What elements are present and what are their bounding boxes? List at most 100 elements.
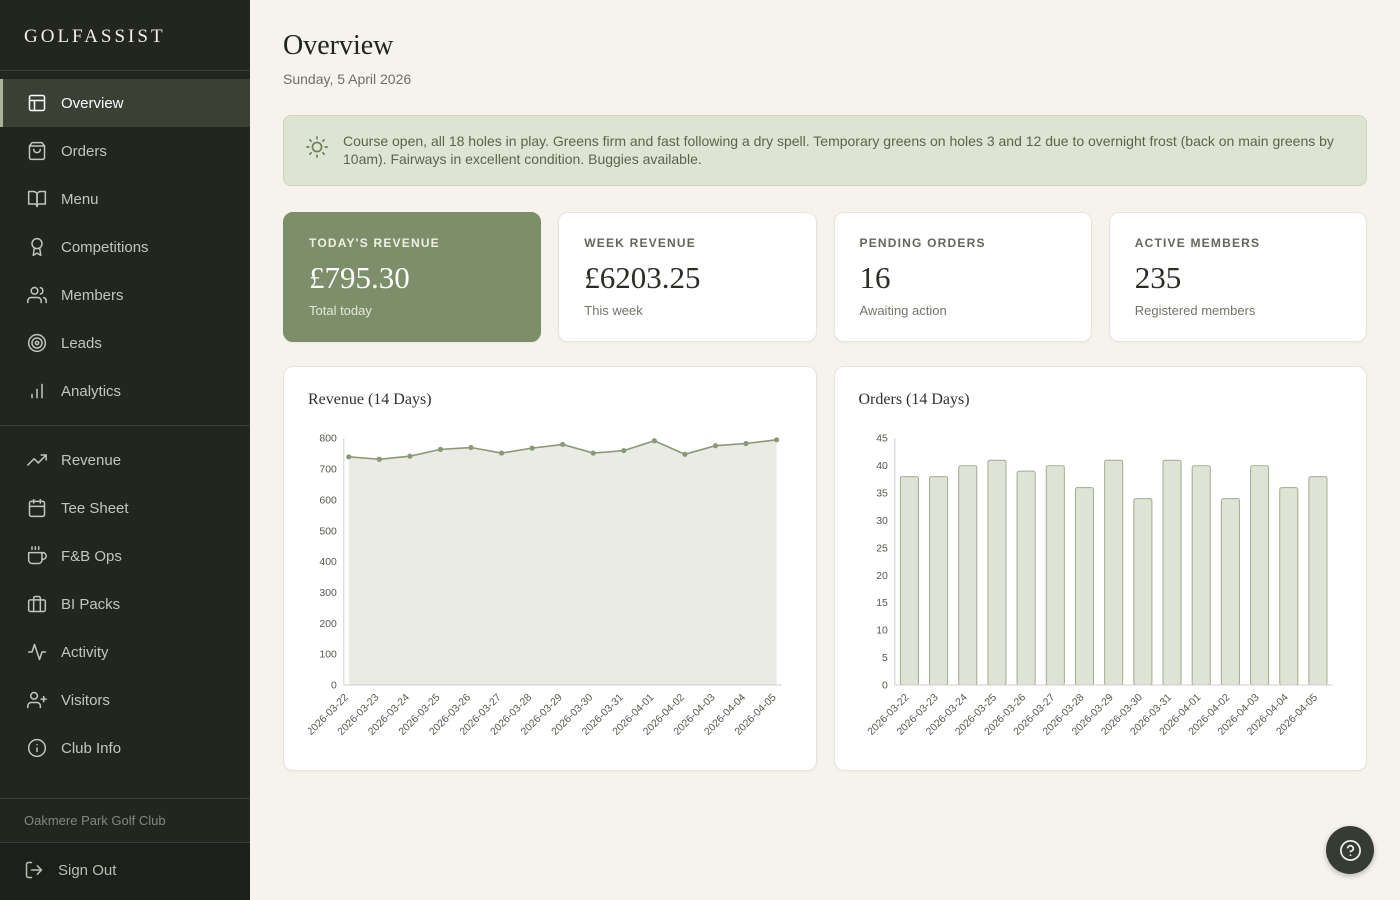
course-status-banner: Course open, all 18 holes in play. Green… xyxy=(283,115,1367,186)
sidebar-item-activity[interactable]: Activity xyxy=(0,628,250,676)
sidebar-nav: Overview Orders Menu Competitions Member… xyxy=(0,71,250,772)
sidebar-item-competitions[interactable]: Competitions xyxy=(0,223,250,271)
orders-chart-title: Orders (14 Days) xyxy=(858,391,970,408)
orders-chart: 0510152025303540452026-03-222026-03-2320… xyxy=(865,434,1333,738)
help-button[interactable] xyxy=(1326,826,1374,874)
sidebar-item-club-info[interactable]: Club Info xyxy=(0,724,250,772)
stat-subtext: Registered members xyxy=(1134,303,1256,318)
svg-text:35: 35 xyxy=(876,489,888,500)
stat-label: PENDING ORDERS xyxy=(859,236,986,250)
svg-text:100: 100 xyxy=(319,650,337,661)
club-name: Oakmere Park Golf Club xyxy=(0,798,250,842)
stat-label: WEEK REVENUE xyxy=(584,236,696,250)
sun-icon xyxy=(306,136,328,158)
sidebar-item-tee-sheet[interactable]: Tee Sheet xyxy=(0,484,250,532)
sidebar-footer: Oakmere Park Golf Club Sign Out xyxy=(0,798,250,900)
stat-subtext: Awaiting action xyxy=(859,303,947,318)
svg-text:600: 600 xyxy=(319,495,337,506)
log-out-icon xyxy=(25,861,43,879)
stat-value: £795.30 xyxy=(309,260,410,295)
sidebar-item-label: BI Packs xyxy=(61,595,121,613)
book-open-icon xyxy=(27,190,47,208)
svg-text:5: 5 xyxy=(882,653,888,664)
sidebar-item-label: Revenue xyxy=(61,451,122,469)
sidebar-item-label: Visitors xyxy=(61,691,110,709)
sidebar-item-label: F&B Ops xyxy=(61,547,122,565)
sidebar-item-overview[interactable]: Overview xyxy=(0,79,250,127)
page-title: Overview xyxy=(283,30,394,61)
users-icon xyxy=(27,286,47,304)
svg-text:200: 200 xyxy=(319,619,337,630)
sidebar-item-bi-packs[interactable]: BI Packs xyxy=(0,580,250,628)
revenue-chart: 01002003004005006007008002026-03-222026-… xyxy=(305,434,782,738)
sign-out-button[interactable]: Sign Out xyxy=(0,842,250,900)
trending-up-icon xyxy=(27,454,47,466)
stat-subtext: This week xyxy=(584,303,643,318)
target-icon xyxy=(27,333,47,353)
sidebar-item-revenue[interactable]: Revenue xyxy=(0,436,250,484)
sign-out-label: Sign Out xyxy=(58,861,117,879)
award-icon xyxy=(31,237,43,257)
user-plus-icon xyxy=(27,691,47,709)
help-circle-icon xyxy=(1339,839,1361,861)
sidebar-item-label: Tee Sheet xyxy=(61,499,129,517)
stat-label: ACTIVE MEMBERS xyxy=(1134,236,1261,250)
charts-row: Revenue (14 Days) 0 100 200 300 400 500 600 700… xyxy=(283,366,1367,771)
sidebar-item-label: Activity xyxy=(61,643,109,661)
main-content: Overview Sunday, 5 April 2026 Course ope… xyxy=(250,0,1400,900)
sidebar-item-visitors[interactable]: Visitors xyxy=(0,676,250,724)
svg-text:400: 400 xyxy=(319,557,337,568)
sidebar-item-label: Club Info xyxy=(61,739,122,757)
svg-text:300: 300 xyxy=(319,588,337,599)
stat-card-todays-revenue: TODAY'S REVENUE £795.30 Total today xyxy=(283,212,542,342)
briefcase-icon xyxy=(27,595,47,613)
sidebar-item-orders[interactable]: Orders xyxy=(0,127,250,175)
stat-value: £6203.25 xyxy=(584,260,701,295)
sidebar-item-analytics[interactable]: Analytics xyxy=(0,367,250,415)
shopping-bag-icon xyxy=(28,141,46,161)
svg-text:500: 500 xyxy=(319,526,337,537)
sidebar-item-menu[interactable]: Menu xyxy=(0,175,250,223)
info-icon xyxy=(27,738,47,758)
sidebar-item-label: Menu xyxy=(61,190,99,208)
sidebar-item-label: Overview xyxy=(61,94,124,112)
bar-chart-icon xyxy=(31,383,43,399)
svg-text:30: 30 xyxy=(876,516,888,527)
sidebar-item-leads[interactable]: Leads xyxy=(0,319,250,367)
sidebar: GOLFASSIST Overview Orders Menu Competit… xyxy=(0,0,250,900)
app-logo: GOLFASSIST xyxy=(0,0,250,71)
svg-text:20: 20 xyxy=(876,571,888,582)
sidebar-item-label: Orders xyxy=(61,142,107,160)
sidebar-item-fb-ops[interactable]: F&B Ops xyxy=(0,532,250,580)
sidebar-item-members[interactable]: Members xyxy=(0,271,250,319)
svg-text:0: 0 xyxy=(882,680,888,691)
course-status-text: Course open, all 18 holes in play. Green… xyxy=(343,133,1334,167)
sidebar-item-label: Members xyxy=(61,286,124,304)
stat-card-week-revenue: WEEK REVENUE £6203.25 This week xyxy=(558,212,817,342)
sidebar-item-label: Competitions xyxy=(61,238,149,256)
app-logo-text: GOLFASSIST xyxy=(24,26,166,47)
stat-value: 16 xyxy=(859,260,891,295)
coffee-icon xyxy=(27,546,47,565)
orders-chart-card: Orders (14 Days) 0 5 10 15 20 25 30 35 40 45 2026-… xyxy=(833,366,1367,771)
activity-icon xyxy=(27,643,47,661)
svg-text:40: 40 xyxy=(876,461,888,472)
sidebar-divider xyxy=(0,425,250,426)
sidebar-item-label: Leads xyxy=(61,334,102,352)
stat-value: 235 xyxy=(1134,260,1182,295)
sidebar-item-label: Analytics xyxy=(61,382,122,400)
page-date: Sunday, 5 April 2026 xyxy=(283,71,412,87)
revenue-chart-title: Revenue (14 Days) xyxy=(308,391,432,408)
stat-card-pending-orders: PENDING ORDERS 16 Awaiting action xyxy=(833,212,1092,342)
svg-text:15: 15 xyxy=(876,598,888,609)
revenue-chart-card: Revenue (14 Days) 0 100 200 300 400 500 600 700… xyxy=(283,366,817,771)
svg-text:0: 0 xyxy=(331,680,337,691)
stat-label: TODAY'S REVENUE xyxy=(309,236,440,250)
svg-text:700: 700 xyxy=(319,465,337,476)
dashboard-icon xyxy=(28,94,46,112)
svg-text:800: 800 xyxy=(319,434,337,445)
calendar-icon xyxy=(28,498,46,518)
svg-text:45: 45 xyxy=(876,434,888,445)
svg-text:10: 10 xyxy=(876,626,888,637)
stat-subtext: Total today xyxy=(309,303,372,318)
